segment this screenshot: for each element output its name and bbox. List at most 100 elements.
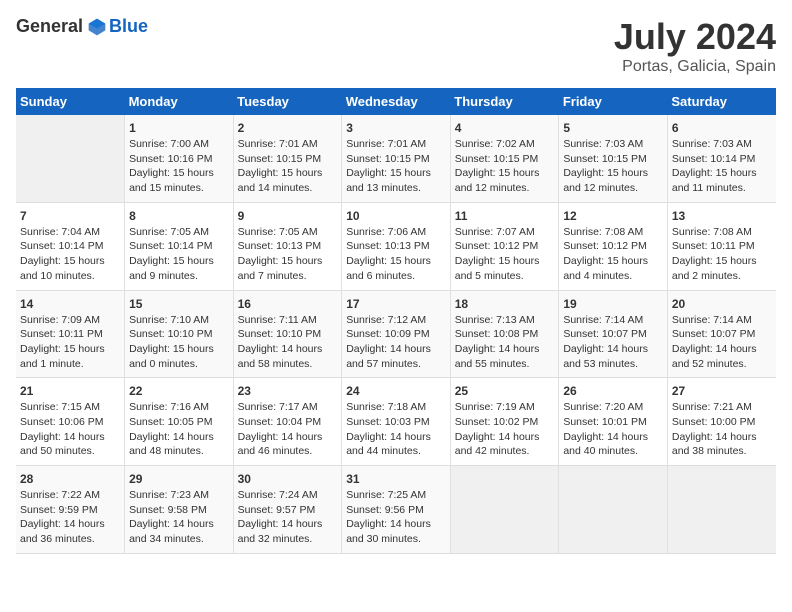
header-monday: Monday	[125, 88, 234, 115]
day-info: Sunrise: 7:22 AMSunset: 9:59 PMDaylight:…	[20, 488, 120, 547]
day-info: Sunrise: 7:00 AMSunset: 10:16 PMDaylight…	[129, 137, 229, 196]
header-saturday: Saturday	[667, 88, 776, 115]
calendar-cell	[559, 466, 668, 554]
day-info: Sunrise: 7:20 AMSunset: 10:01 PMDaylight…	[563, 400, 663, 459]
day-info: Sunrise: 7:08 AMSunset: 10:12 PMDaylight…	[563, 225, 663, 284]
page-header: General Blue July 2024 Portas, Galicia, …	[16, 16, 776, 76]
calendar-cell: 23Sunrise: 7:17 AMSunset: 10:04 PMDaylig…	[233, 378, 342, 466]
calendar-cell: 2 Sunrise: 7:01 AMSunset: 10:15 PMDayligh…	[233, 115, 342, 202]
day-number: 27	[672, 384, 772, 398]
calendar-cell: 8 Sunrise: 7:05 AMSunset: 10:14 PMDayligh…	[125, 202, 234, 290]
calendar-cell: 14 Sunrise: 7:09 AMSunset: 10:11 PMDaylig…	[16, 290, 125, 378]
week-row-2: 7 Sunrise: 7:04 AMSunset: 10:14 PMDayligh…	[16, 202, 776, 290]
day-info: Sunrise: 7:10 AMSunset: 10:10 PMDaylight…	[129, 313, 229, 372]
day-number: 6	[672, 121, 772, 135]
day-number: 11	[455, 209, 555, 223]
day-number: 19	[563, 297, 663, 311]
week-row-5: 28 Sunrise: 7:22 AMSunset: 9:59 PMDayligh…	[16, 466, 776, 554]
day-number: 17	[346, 297, 446, 311]
calendar-cell: 1 Sunrise: 7:00 AMSunset: 10:16 PMDayligh…	[125, 115, 234, 202]
logo-general-text: General	[16, 16, 83, 37]
calendar-cell: 28 Sunrise: 7:22 AMSunset: 9:59 PMDayligh…	[16, 466, 125, 554]
day-info: Sunrise: 7:04 AMSunset: 10:14 PMDaylight…	[20, 225, 120, 284]
day-number: 12	[563, 209, 663, 223]
calendar-cell: 3Sunrise: 7:01 AMSunset: 10:15 PMDayligh…	[342, 115, 451, 202]
calendar-cell: 21 Sunrise: 7:15 AMSunset: 10:06 PMDaylig…	[16, 378, 125, 466]
calendar-cell: 10 Sunrise: 7:06 AMSunset: 10:13 PMDaylig…	[342, 202, 451, 290]
day-info: Sunrise: 7:23 AMSunset: 9:58 PMDaylight:…	[129, 488, 229, 547]
calendar-cell	[16, 115, 125, 202]
week-row-1: 1 Sunrise: 7:00 AMSunset: 10:16 PMDayligh…	[16, 115, 776, 202]
day-number: 13	[672, 209, 772, 223]
day-info: Sunrise: 7:07 AMSunset: 10:12 PMDaylight…	[455, 225, 555, 284]
header-sunday: Sunday	[16, 88, 125, 115]
calendar-cell: 22 Sunrise: 7:16 AMSunset: 10:05 PMDaylig…	[125, 378, 234, 466]
calendar-cell: 4Sunrise: 7:02 AMSunset: 10:15 PMDayligh…	[450, 115, 559, 202]
day-info: Sunrise: 7:03 AMSunset: 10:15 PMDaylight…	[563, 137, 663, 196]
calendar-cell: 6 Sunrise: 7:03 AMSunset: 10:14 PMDayligh…	[667, 115, 776, 202]
calendar-cell: 13Sunrise: 7:08 AMSunset: 10:11 PMDaylig…	[667, 202, 776, 290]
calendar-cell: 31Sunrise: 7:25 AMSunset: 9:56 PMDayligh…	[342, 466, 451, 554]
day-info: Sunrise: 7:12 AMSunset: 10:09 PMDaylight…	[346, 313, 446, 372]
day-info: Sunrise: 7:03 AMSunset: 10:14 PMDaylight…	[672, 137, 772, 196]
calendar-cell: 16Sunrise: 7:11 AMSunset: 10:10 PMDaylig…	[233, 290, 342, 378]
calendar-cell: 20Sunrise: 7:14 AMSunset: 10:07 PMDaylig…	[667, 290, 776, 378]
day-number: 4	[455, 121, 555, 135]
title-section: July 2024 Portas, Galicia, Spain	[614, 16, 776, 76]
header-wednesday: Wednesday	[342, 88, 451, 115]
day-info: Sunrise: 7:09 AMSunset: 10:11 PMDaylight…	[20, 313, 120, 372]
day-number: 30	[238, 472, 338, 486]
day-info: Sunrise: 7:18 AMSunset: 10:03 PMDaylight…	[346, 400, 446, 459]
calendar-cell: 12 Sunrise: 7:08 AMSunset: 10:12 PMDaylig…	[559, 202, 668, 290]
logo-blue-text: Blue	[109, 16, 148, 37]
week-row-3: 14 Sunrise: 7:09 AMSunset: 10:11 PMDaylig…	[16, 290, 776, 378]
day-number: 28	[20, 472, 120, 486]
day-info: Sunrise: 7:01 AMSunset: 10:15 PMDaylight…	[238, 137, 338, 196]
calendar-cell: 29 Sunrise: 7:23 AMSunset: 9:58 PMDayligh…	[125, 466, 234, 554]
day-number: 29	[129, 472, 229, 486]
header-thursday: Thursday	[450, 88, 559, 115]
day-number: 14	[20, 297, 120, 311]
calendar-cell: 15 Sunrise: 7:10 AMSunset: 10:10 PMDaylig…	[125, 290, 234, 378]
calendar-cell: 27Sunrise: 7:21 AMSunset: 10:00 PMDaylig…	[667, 378, 776, 466]
day-number: 10	[346, 209, 446, 223]
day-number: 18	[455, 297, 555, 311]
calendar-cell: 30 Sunrise: 7:24 AMSunset: 9:57 PMDayligh…	[233, 466, 342, 554]
calendar-cell: 25Sunrise: 7:19 AMSunset: 10:02 PMDaylig…	[450, 378, 559, 466]
day-info: Sunrise: 7:13 AMSunset: 10:08 PMDaylight…	[455, 313, 555, 372]
day-info: Sunrise: 7:05 AMSunset: 10:14 PMDaylight…	[129, 225, 229, 284]
day-info: Sunrise: 7:16 AMSunset: 10:05 PMDaylight…	[129, 400, 229, 459]
day-info: Sunrise: 7:24 AMSunset: 9:57 PMDaylight:…	[238, 488, 338, 547]
header-tuesday: Tuesday	[233, 88, 342, 115]
calendar-cell	[450, 466, 559, 554]
day-number: 15	[129, 297, 229, 311]
day-info: Sunrise: 7:15 AMSunset: 10:06 PMDaylight…	[20, 400, 120, 459]
header-friday: Friday	[559, 88, 668, 115]
day-number: 8	[129, 209, 229, 223]
day-number: 3	[346, 121, 446, 135]
day-info: Sunrise: 7:06 AMSunset: 10:13 PMDaylight…	[346, 225, 446, 284]
calendar-table: Sunday Monday Tuesday Wednesday Thursday…	[16, 88, 776, 554]
calendar-cell: 17 Sunrise: 7:12 AMSunset: 10:09 PMDaylig…	[342, 290, 451, 378]
page-title: July 2024	[614, 16, 776, 58]
day-number: 2	[238, 121, 338, 135]
day-number: 23	[238, 384, 338, 398]
day-info: Sunrise: 7:11 AMSunset: 10:10 PMDaylight…	[238, 313, 338, 372]
day-info: Sunrise: 7:14 AMSunset: 10:07 PMDaylight…	[563, 313, 663, 372]
calendar-cell: 7 Sunrise: 7:04 AMSunset: 10:14 PMDayligh…	[16, 202, 125, 290]
day-number: 7	[20, 209, 120, 223]
day-number: 1	[129, 121, 229, 135]
calendar-cell: 18 Sunrise: 7:13 AMSunset: 10:08 PMDaylig…	[450, 290, 559, 378]
day-number: 26	[563, 384, 663, 398]
day-number: 25	[455, 384, 555, 398]
calendar-cell: 24Sunrise: 7:18 AMSunset: 10:03 PMDaylig…	[342, 378, 451, 466]
page-subtitle: Portas, Galicia, Spain	[614, 58, 776, 76]
day-number: 5	[563, 121, 663, 135]
week-row-4: 21 Sunrise: 7:15 AMSunset: 10:06 PMDaylig…	[16, 378, 776, 466]
day-info: Sunrise: 7:14 AMSunset: 10:07 PMDaylight…	[672, 313, 772, 372]
logo: General Blue	[16, 16, 148, 37]
day-info: Sunrise: 7:25 AMSunset: 9:56 PMDaylight:…	[346, 488, 446, 547]
day-number: 22	[129, 384, 229, 398]
calendar-cell: 5 Sunrise: 7:03 AMSunset: 10:15 PMDayligh…	[559, 115, 668, 202]
day-number: 21	[20, 384, 120, 398]
